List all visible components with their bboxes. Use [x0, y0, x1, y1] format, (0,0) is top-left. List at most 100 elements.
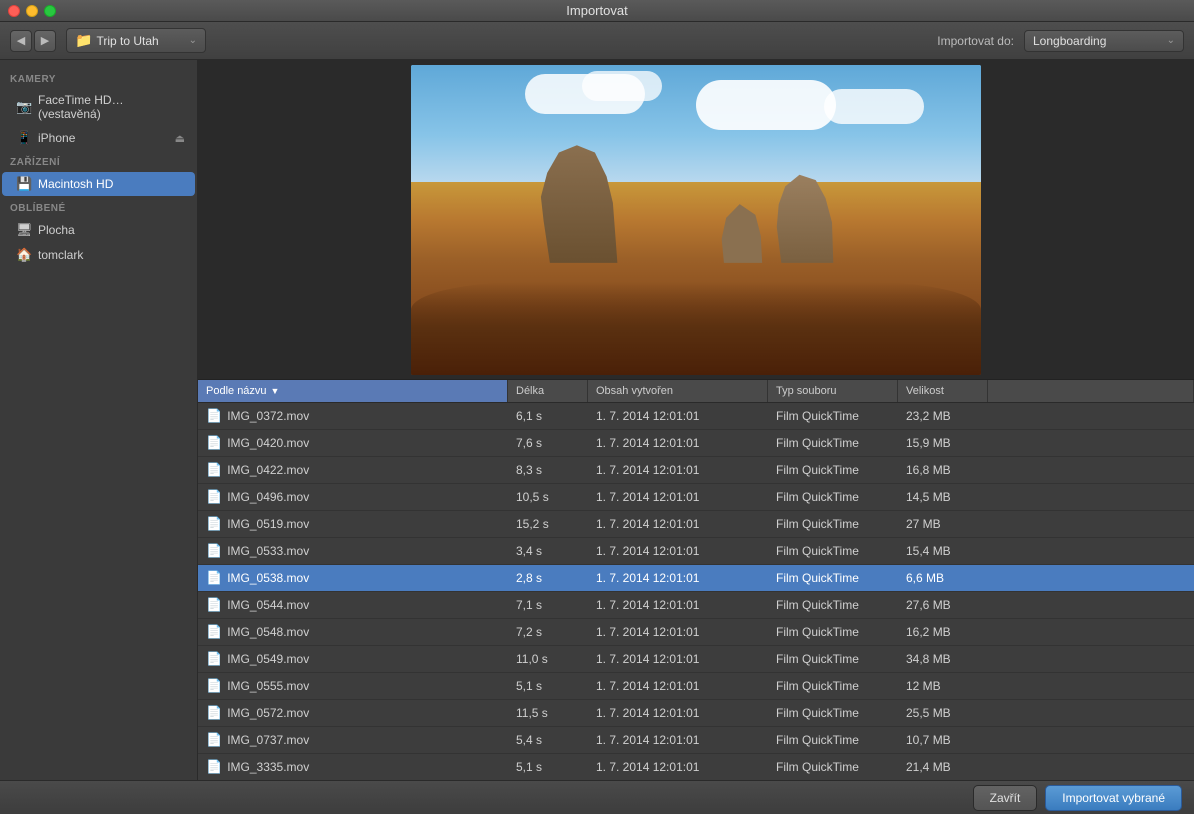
nav-buttons: ◀ ▶: [10, 30, 56, 52]
file-size: 27 MB: [898, 512, 988, 536]
file-duration: 11,0 s: [508, 647, 588, 671]
file-name: IMG_0549.mov: [227, 652, 309, 666]
col-name-label: Podle názvu: [206, 385, 267, 397]
file-created: 1. 7. 2014 12:01:01: [588, 701, 768, 725]
file-icon: 📄: [206, 408, 222, 424]
table-row[interactable]: 📄 IMG_0496.mov 10,5 s 1. 7. 2014 12:01:0…: [198, 484, 1194, 511]
file-icon: 📄: [206, 678, 222, 694]
table-row[interactable]: 📄 IMG_0572.mov 11,5 s 1. 7. 2014 12:01:0…: [198, 700, 1194, 727]
file-type: Film QuickTime: [768, 539, 898, 563]
file-list: Podle názvu ▼ Délka Obsah vytvořen Typ s…: [198, 380, 1194, 780]
table-row[interactable]: 📄 IMG_0549.mov 11,0 s 1. 7. 2014 12:01:0…: [198, 646, 1194, 673]
file-icon: 📄: [206, 516, 222, 532]
file-created: 1. 7. 2014 12:01:01: [588, 431, 768, 455]
sort-indicator: ▼: [271, 386, 280, 396]
file-duration: 5,1 s: [508, 674, 588, 698]
import-to-label: Importovat do:: [937, 34, 1014, 48]
preview-image: [411, 65, 981, 375]
sidebar-item-facetime[interactable]: 📷 FaceTime HD… (vestavěná): [2, 89, 195, 125]
desktop-label: Plocha: [38, 223, 75, 237]
home-label: tomclark: [38, 248, 83, 262]
file-size: 21,4 MB: [898, 755, 988, 779]
file-duration: 7,6 s: [508, 431, 588, 455]
file-created: 1. 7. 2014 12:01:01: [588, 485, 768, 509]
file-type: Film QuickTime: [768, 566, 898, 590]
table-row[interactable]: 📄 IMG_0533.mov 3,4 s 1. 7. 2014 12:01:01…: [198, 538, 1194, 565]
file-duration: 7,1 s: [508, 593, 588, 617]
file-icon: 📄: [206, 705, 222, 721]
import-selected-button[interactable]: Importovat vybrané: [1045, 785, 1182, 811]
cameras-section-label: KAMERY: [0, 68, 197, 88]
file-duration: 5,1 s: [508, 755, 588, 779]
file-icon: 📄: [206, 597, 222, 613]
sidebar-item-iphone[interactable]: 📱 iPhone ⏏: [2, 126, 195, 150]
folder-icon: 📁: [75, 32, 92, 49]
file-type: Film QuickTime: [768, 404, 898, 428]
file-created: 1. 7. 2014 12:01:01: [588, 674, 768, 698]
file-type: Film QuickTime: [768, 620, 898, 644]
col-header-type[interactable]: Typ souboru: [768, 380, 898, 402]
file-size: 16,8 MB: [898, 458, 988, 482]
table-row[interactable]: 📄 IMG_0555.mov 5,1 s 1. 7. 2014 12:01:01…: [198, 673, 1194, 700]
file-name: IMG_0544.mov: [227, 598, 309, 612]
facetime-label: FaceTime HD… (vestavěná): [38, 93, 185, 121]
col-header-size[interactable]: Velikost: [898, 380, 988, 402]
file-name: IMG_0533.mov: [227, 544, 309, 558]
forward-button[interactable]: ▶: [34, 30, 56, 52]
eject-icon[interactable]: ⏏: [175, 132, 185, 145]
file-size: 16,2 MB: [898, 620, 988, 644]
file-created: 1. 7. 2014 12:01:01: [588, 755, 768, 779]
col-header-name[interactable]: Podle názvu ▼: [198, 380, 508, 402]
close-button[interactable]: [8, 5, 20, 17]
col-header-rest: [988, 380, 1194, 402]
import-destination-selector[interactable]: Longboarding ⌄: [1024, 30, 1184, 52]
file-size: 10,7 MB: [898, 728, 988, 752]
file-created: 1. 7. 2014 12:01:01: [588, 512, 768, 536]
table-row[interactable]: 📄 IMG_0422.mov 8,3 s 1. 7. 2014 12:01:01…: [198, 457, 1194, 484]
table-row[interactable]: 📄 IMG_3335.mov 5,1 s 1. 7. 2014 12:01:01…: [198, 754, 1194, 780]
home-icon: 🏠: [16, 247, 32, 263]
table-row[interactable]: 📄 IMG_0372.mov 6,1 s 1. 7. 2014 12:01:01…: [198, 403, 1194, 430]
sidebar-section-favorites: OBLÍBENÉ 🖥 Plocha 🏠 tomclark: [0, 197, 197, 267]
file-size: 15,9 MB: [898, 431, 988, 455]
table-row[interactable]: 📄 IMG_0737.mov 5,4 s 1. 7. 2014 12:01:01…: [198, 727, 1194, 754]
folder-selector[interactable]: 📁 Trip to Utah ⌄: [66, 28, 206, 53]
sidebar-item-desktop[interactable]: 🖥 Plocha: [2, 218, 195, 242]
col-header-duration[interactable]: Délka: [508, 380, 588, 402]
back-button[interactable]: ◀: [10, 30, 32, 52]
table-row[interactable]: 📄 IMG_0548.mov 7,2 s 1. 7. 2014 12:01:01…: [198, 619, 1194, 646]
table-row[interactable]: 📄 IMG_0538.mov 2,8 s 1. 7. 2014 12:01:01…: [198, 565, 1194, 592]
close-button[interactable]: Zavřít: [973, 785, 1038, 811]
table-row[interactable]: 📄 IMG_0519.mov 15,2 s 1. 7. 2014 12:01:0…: [198, 511, 1194, 538]
file-size: 12 MB: [898, 674, 988, 698]
col-header-created[interactable]: Obsah vytvořen: [588, 380, 768, 402]
file-created: 1. 7. 2014 12:01:01: [588, 404, 768, 428]
file-icon: 📄: [206, 462, 222, 478]
file-created: 1. 7. 2014 12:01:01: [588, 593, 768, 617]
file-icon: 📄: [206, 651, 222, 667]
file-duration: 7,2 s: [508, 620, 588, 644]
sidebar-item-home[interactable]: 🏠 tomclark: [2, 243, 195, 267]
file-type: Film QuickTime: [768, 512, 898, 536]
file-name: IMG_0572.mov: [227, 706, 309, 720]
file-type: Film QuickTime: [768, 593, 898, 617]
macintosh-hd-label: Macintosh HD: [38, 177, 113, 191]
minimize-button[interactable]: [26, 5, 38, 17]
file-type: Film QuickTime: [768, 458, 898, 482]
file-name: IMG_3335.mov: [227, 760, 309, 774]
file-size: 34,8 MB: [898, 647, 988, 671]
col-created-label: Obsah vytvořen: [596, 385, 673, 397]
file-size: 23,2 MB: [898, 404, 988, 428]
file-duration: 6,1 s: [508, 404, 588, 428]
file-type: Film QuickTime: [768, 431, 898, 455]
file-icon: 📄: [206, 759, 222, 775]
table-row[interactable]: 📄 IMG_0544.mov 7,1 s 1. 7. 2014 12:01:01…: [198, 592, 1194, 619]
iphone-label: iPhone: [38, 131, 75, 145]
maximize-button[interactable]: [44, 5, 56, 17]
chevron-down-icon: ⌄: [189, 35, 197, 46]
file-created: 1. 7. 2014 12:01:01: [588, 620, 768, 644]
file-list-header: Podle názvu ▼ Délka Obsah vytvořen Typ s…: [198, 380, 1194, 403]
sidebar-item-macintosh-hd[interactable]: 💾 Macintosh HD: [2, 172, 195, 196]
table-row[interactable]: 📄 IMG_0420.mov 7,6 s 1. 7. 2014 12:01:01…: [198, 430, 1194, 457]
devices-section-label: ZAŘÍZENÍ: [0, 151, 197, 171]
